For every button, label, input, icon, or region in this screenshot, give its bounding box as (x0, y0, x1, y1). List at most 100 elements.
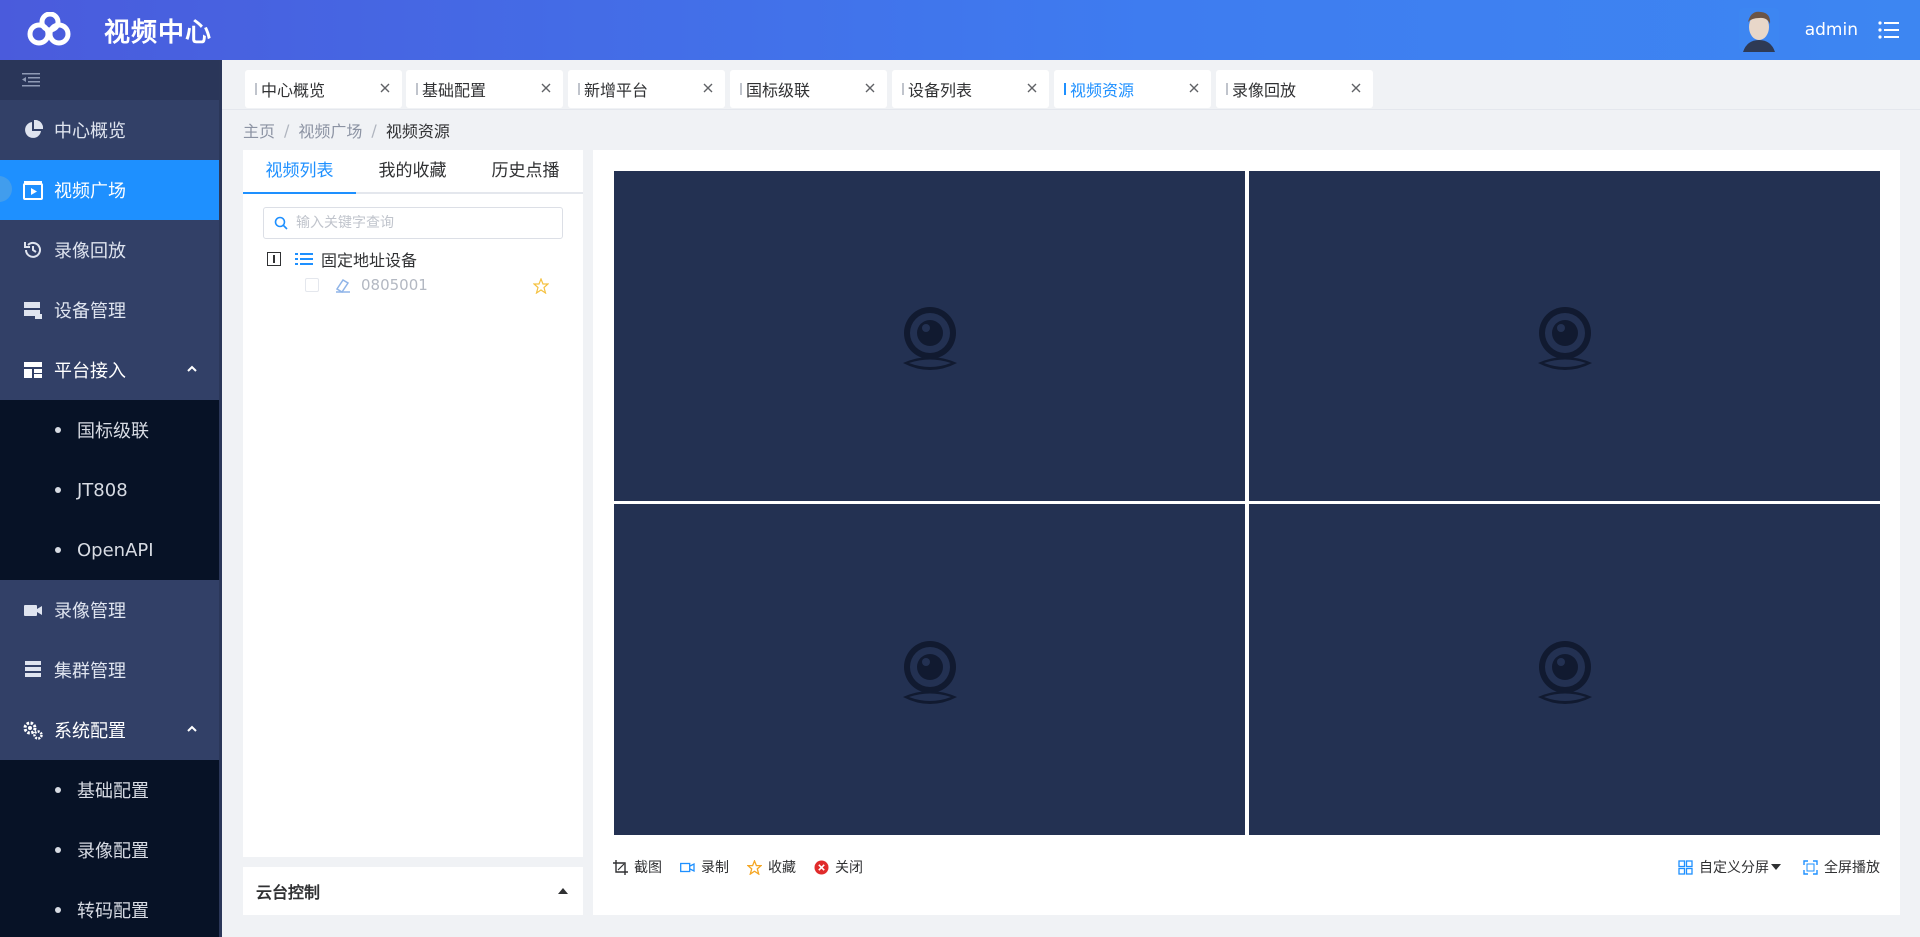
sidebar-item-overview[interactable]: 中心概览 (0, 100, 219, 160)
custom-split-dropdown[interactable]: 自定义分屏 (1678, 857, 1781, 877)
tab-recording-playback[interactable]: 录像回放 (1216, 70, 1373, 108)
webcam-icon (1537, 640, 1592, 704)
favorite-star-icon[interactable] (533, 278, 549, 294)
close-icon[interactable] (1349, 81, 1363, 95)
left-panel-tabs: 视频列表 我的收藏 历史点播 (243, 150, 583, 194)
sidebar-subitem-openapi[interactable]: OpenAPI (0, 520, 219, 580)
tree-node-label: 固定地址设备 (321, 251, 418, 270)
sidebar-item-recording-management[interactable]: 录像管理 (0, 580, 219, 640)
device-tree-panel: 视频列表 我的收藏 历史点播 固定地址设备 0805001 (243, 150, 583, 857)
dashboard-icon (22, 359, 44, 381)
sidebar-subitem-gb-cascade[interactable]: 国标级联 (0, 400, 219, 460)
sidebar-item-label: 录像管理 (54, 601, 126, 622)
config-submenu: 基础配置 录像配置 转码配置 (0, 760, 219, 937)
sidebar-subitem-transcode-config[interactable]: 转码配置 (0, 880, 219, 937)
crop-icon (613, 859, 628, 875)
close-icon[interactable] (701, 81, 715, 95)
sidebar-item-label: 设备管理 (54, 301, 126, 322)
close-icon[interactable] (539, 81, 553, 95)
sidebar-item-platform-access[interactable]: 平台接入 (0, 340, 219, 400)
sidebar-subitem-jt808[interactable]: JT808 (0, 460, 219, 520)
camera-device-icon (335, 278, 350, 293)
video-cell[interactable] (1249, 504, 1880, 835)
grid-icon (1678, 859, 1693, 875)
tree-node-device[interactable]: 0805001 (305, 274, 428, 296)
tab-my-favorites[interactable]: 我的收藏 (356, 150, 469, 192)
sidebar-item-cluster-management[interactable]: 集群管理 (0, 640, 219, 700)
breadcrumb-current: 视频资源 (385, 122, 450, 141)
ptz-label: 云台控制 (256, 883, 321, 902)
video-square-icon (22, 179, 44, 201)
sidebar-item-device-management[interactable]: 设备管理 (0, 280, 219, 340)
star-icon (747, 859, 762, 875)
server-icon (22, 299, 44, 321)
close-icon[interactable] (1187, 81, 1201, 95)
sidebar-item-playback[interactable]: 录像回放 (0, 220, 219, 280)
close-icon[interactable] (863, 81, 877, 95)
search-input[interactable] (296, 215, 546, 231)
search-box (263, 207, 563, 239)
sidebar-item-video-square[interactable]: 视频广场 (0, 160, 219, 220)
sidebar-item-label: 系统配置 (54, 721, 126, 742)
ptz-control-panel[interactable]: 云台控制 (243, 867, 583, 915)
video-record-icon (680, 862, 695, 872)
pie-chart-icon (22, 119, 44, 141)
tab-gb-cascade[interactable]: 国标级联 (730, 70, 887, 108)
video-cell[interactable] (1249, 171, 1880, 501)
fullscreen-icon (1803, 859, 1818, 875)
webcam-icon (1537, 307, 1592, 370)
chevron-up-icon (187, 365, 197, 372)
video-camera-icon (22, 599, 44, 621)
video-toolbar: 截图 录制 收藏 关闭 (613, 856, 881, 878)
fullscreen-button[interactable]: 全屏播放 (1803, 857, 1880, 877)
platform-submenu: 国标级联 JT808 OpenAPI (0, 400, 219, 580)
chevron-up-icon (187, 725, 197, 732)
search-icon (274, 216, 288, 230)
caret-up-icon[interactable] (557, 886, 569, 896)
favorite-button[interactable]: 收藏 (747, 857, 796, 877)
webcam-icon (902, 307, 957, 370)
close-video-button[interactable]: 关闭 (814, 857, 863, 877)
breadcrumb-parent[interactable]: 视频广场 (298, 118, 362, 142)
menu-list-icon[interactable] (1878, 19, 1900, 41)
collapse-icon (22, 73, 40, 87)
tab-add-platform[interactable]: 新增平台 (568, 70, 725, 108)
snapshot-button[interactable]: 截图 (613, 857, 662, 877)
sidebar-item-label: 中心概览 (54, 121, 126, 142)
tab-device-list[interactable]: 设备列表 (892, 70, 1049, 108)
video-toolbar-right: 自定义分屏 全屏播放 (1656, 856, 1880, 878)
breadcrumb-home[interactable]: 主页 (243, 118, 275, 142)
breadcrumb: 主页 / 视频广场 / 视频资源 (243, 118, 450, 142)
sidebar-subitem-recording-config[interactable]: 录像配置 (0, 820, 219, 880)
tree-expand-toggle[interactable] (267, 252, 281, 266)
video-cell[interactable] (614, 171, 1245, 501)
sidebar-item-label: 录像回放 (54, 241, 126, 262)
record-button[interactable]: 录制 (680, 857, 729, 877)
video-cell[interactable] (614, 504, 1245, 835)
tab-video-list[interactable]: 视频列表 (243, 150, 356, 192)
video-player-area: 截图 录制 收藏 关闭 自定义分屏 全屏播放 (593, 150, 1900, 915)
tree-node-fixed-devices[interactable]: 固定地址设备 (267, 247, 417, 271)
cluster-icon (22, 659, 44, 681)
caret-down-icon (1771, 864, 1781, 870)
sidebar-item-label: 集群管理 (54, 661, 126, 682)
video-grid (614, 171, 1880, 835)
tab-history-playback[interactable]: 历史点播 (469, 150, 582, 192)
top-header: 视频中心 admin (0, 0, 1920, 60)
username[interactable]: admin (1805, 20, 1858, 40)
close-icon[interactable] (1025, 81, 1039, 95)
sidebar-collapse-toggle[interactable] (0, 60, 219, 100)
close-circle-icon (814, 860, 829, 874)
close-icon[interactable] (378, 81, 392, 95)
sidebar-subitem-basic-config[interactable]: 基础配置 (0, 760, 219, 820)
sidebar-item-system-config[interactable]: 系统配置 (0, 700, 219, 760)
tab-video-resources[interactable]: 视频资源 (1054, 70, 1211, 108)
device-checkbox[interactable] (305, 278, 319, 292)
tab-basic-config[interactable]: 基础配置 (406, 70, 563, 108)
webcam-icon (902, 640, 957, 704)
tabs-bar: 中心概览 基础配置 新增平台 国标级联 设备列表 视频资源 录像回放 (222, 60, 1920, 110)
sidebar: 中心概览 视频广场 录像回放 设备管理 平台接入 国标级联 JT808 Open… (0, 60, 222, 937)
tab-center-overview[interactable]: 中心概览 (245, 70, 402, 108)
app-logo (20, 0, 80, 60)
user-avatar[interactable] (1738, 8, 1779, 52)
